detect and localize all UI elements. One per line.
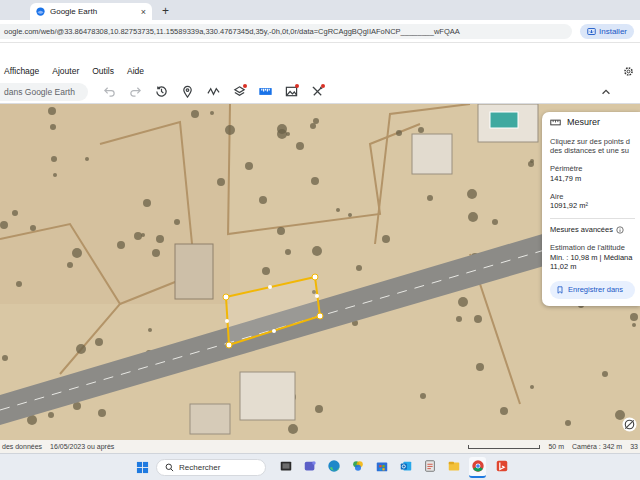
bing-icon <box>495 459 509 473</box>
bookmark-icon <box>556 286 564 294</box>
coordinates: 33 <box>630 443 638 450</box>
altitude-label: Estimation de l'altitude <box>550 243 635 253</box>
menu-item[interactable]: Affichage <box>4 66 39 76</box>
taskview-icon <box>279 459 293 473</box>
undo-icon <box>103 85 116 98</box>
ruler-button[interactable] <box>254 82 276 102</box>
notification-dot <box>295 84 299 88</box>
url-field[interactable]: oogle.com/web/@33.86478308,10.82753735,1… <box>0 24 572 39</box>
advanced-label: Mesures avancées <box>550 225 613 235</box>
altitude-max: 11,02 m <box>550 262 635 272</box>
measure-hint: des distances et une su <box>550 146 635 156</box>
app-header <box>0 42 640 62</box>
save-button[interactable]: Enregistrer dans <box>550 281 635 299</box>
divider <box>550 218 635 219</box>
gear-icon[interactable] <box>623 66 634 77</box>
compass-icon[interactable] <box>622 417 637 432</box>
tablet-taskbar-button[interactable] <box>421 457 438 478</box>
store-taskbar-button[interactable] <box>373 457 390 478</box>
history-icon <box>155 85 168 98</box>
data-sources-link[interactable]: des données <box>2 443 42 450</box>
tab-strip: Google Earth × + <box>0 0 640 20</box>
files-icon <box>447 459 461 473</box>
imagery-date: 16/05/2023 ou après <box>50 443 114 450</box>
map-view[interactable]: Mesurer Cliquez sur des points ddes dista… <box>0 104 640 440</box>
install-icon <box>587 27 596 36</box>
chrome-taskbar-button[interactable] <box>469 457 486 478</box>
redo-button[interactable] <box>124 82 146 102</box>
bing-taskbar-button[interactable] <box>493 457 510 478</box>
search-icon <box>165 463 174 472</box>
image-button[interactable] <box>280 82 302 102</box>
toolbar: dans Google Earth <box>0 80 640 104</box>
redo-icon <box>129 85 142 98</box>
area-label: Aire <box>550 192 635 202</box>
panel-title: Mesurer <box>567 117 600 129</box>
save-label: Enregistrer dans <box>568 285 623 295</box>
teams-taskbar-button[interactable] <box>301 457 318 478</box>
tab-label: Google Earth <box>50 7 136 16</box>
measure-panel: Mesurer Cliquez sur des points ddes dista… <box>542 112 640 306</box>
pin-icon <box>181 85 194 98</box>
pin-button[interactable] <box>176 82 198 102</box>
chevron-up-icon[interactable] <box>600 86 612 98</box>
chrome-icon <box>471 459 485 473</box>
tab-close-button[interactable]: × <box>141 7 146 17</box>
panel-header: Mesurer <box>550 117 635 129</box>
path-icon <box>207 85 220 98</box>
perimeter-label: Périmètre <box>550 164 635 174</box>
ruler-icon <box>259 85 272 98</box>
photos-icon <box>351 459 365 473</box>
windows-start-icon[interactable] <box>136 461 149 474</box>
tools-button[interactable] <box>306 82 328 102</box>
edge-icon <box>327 459 341 473</box>
address-bar: oogle.com/web/@33.86478308,10.82753735,1… <box>0 20 640 42</box>
store-icon <box>375 459 389 473</box>
taskbar-search-placeholder: Rechercher <box>179 463 220 472</box>
layers-button[interactable] <box>228 82 250 102</box>
scale-label: 50 m <box>548 443 564 450</box>
notification-dot <box>321 84 325 88</box>
taskbar-search[interactable]: Rechercher <box>156 459 266 476</box>
taskbar: Rechercher <box>0 453 640 480</box>
new-tab-button[interactable]: + <box>158 3 173 20</box>
menu-bar: Affichage Ajouter Outils Aide <box>0 62 640 80</box>
altitude-value: Min. : 10,98 m | Médiana <box>550 253 635 263</box>
status-bar: des données 16/05/2023 ou après 50 m Caméra… <box>0 440 640 453</box>
scale-bar <box>468 445 540 449</box>
browser-tab[interactable]: Google Earth × <box>30 3 152 20</box>
edge-taskbar-button[interactable] <box>325 457 342 478</box>
install-button[interactable]: Installer <box>580 24 634 39</box>
menu-item[interactable]: Aide <box>127 66 144 76</box>
google-earth-icon <box>36 7 45 16</box>
menu-item[interactable]: Ajouter <box>52 66 79 76</box>
photos-taskbar-button[interactable] <box>349 457 366 478</box>
taskview-taskbar-button[interactable] <box>277 457 294 478</box>
path-button[interactable] <box>202 82 224 102</box>
history-button[interactable] <box>150 82 172 102</box>
camera-altitude: Caméra : 342 m <box>572 443 622 450</box>
files-taskbar-button[interactable] <box>445 457 462 478</box>
advanced-measures[interactable]: Mesures avancées <box>550 225 635 235</box>
outlook-taskbar-button[interactable] <box>397 457 414 478</box>
tablet-icon <box>423 459 437 473</box>
undo-button[interactable] <box>98 82 120 102</box>
ruler-icon <box>550 117 561 128</box>
measure-hint: Cliquez sur des points d <box>550 137 635 147</box>
search-field[interactable]: dans Google Earth <box>0 83 88 101</box>
outlook-icon <box>399 459 413 473</box>
teams-icon <box>303 459 317 473</box>
menu-item[interactable]: Outils <box>92 66 114 76</box>
screen: Google Earth × + oogle.com/web/@33.86478308… <box>0 0 640 480</box>
notification-dot <box>243 84 247 88</box>
area-value: 1091,92 m² <box>550 201 635 211</box>
info-icon[interactable] <box>616 226 624 234</box>
perimeter-value: 141,79 m <box>550 174 635 184</box>
